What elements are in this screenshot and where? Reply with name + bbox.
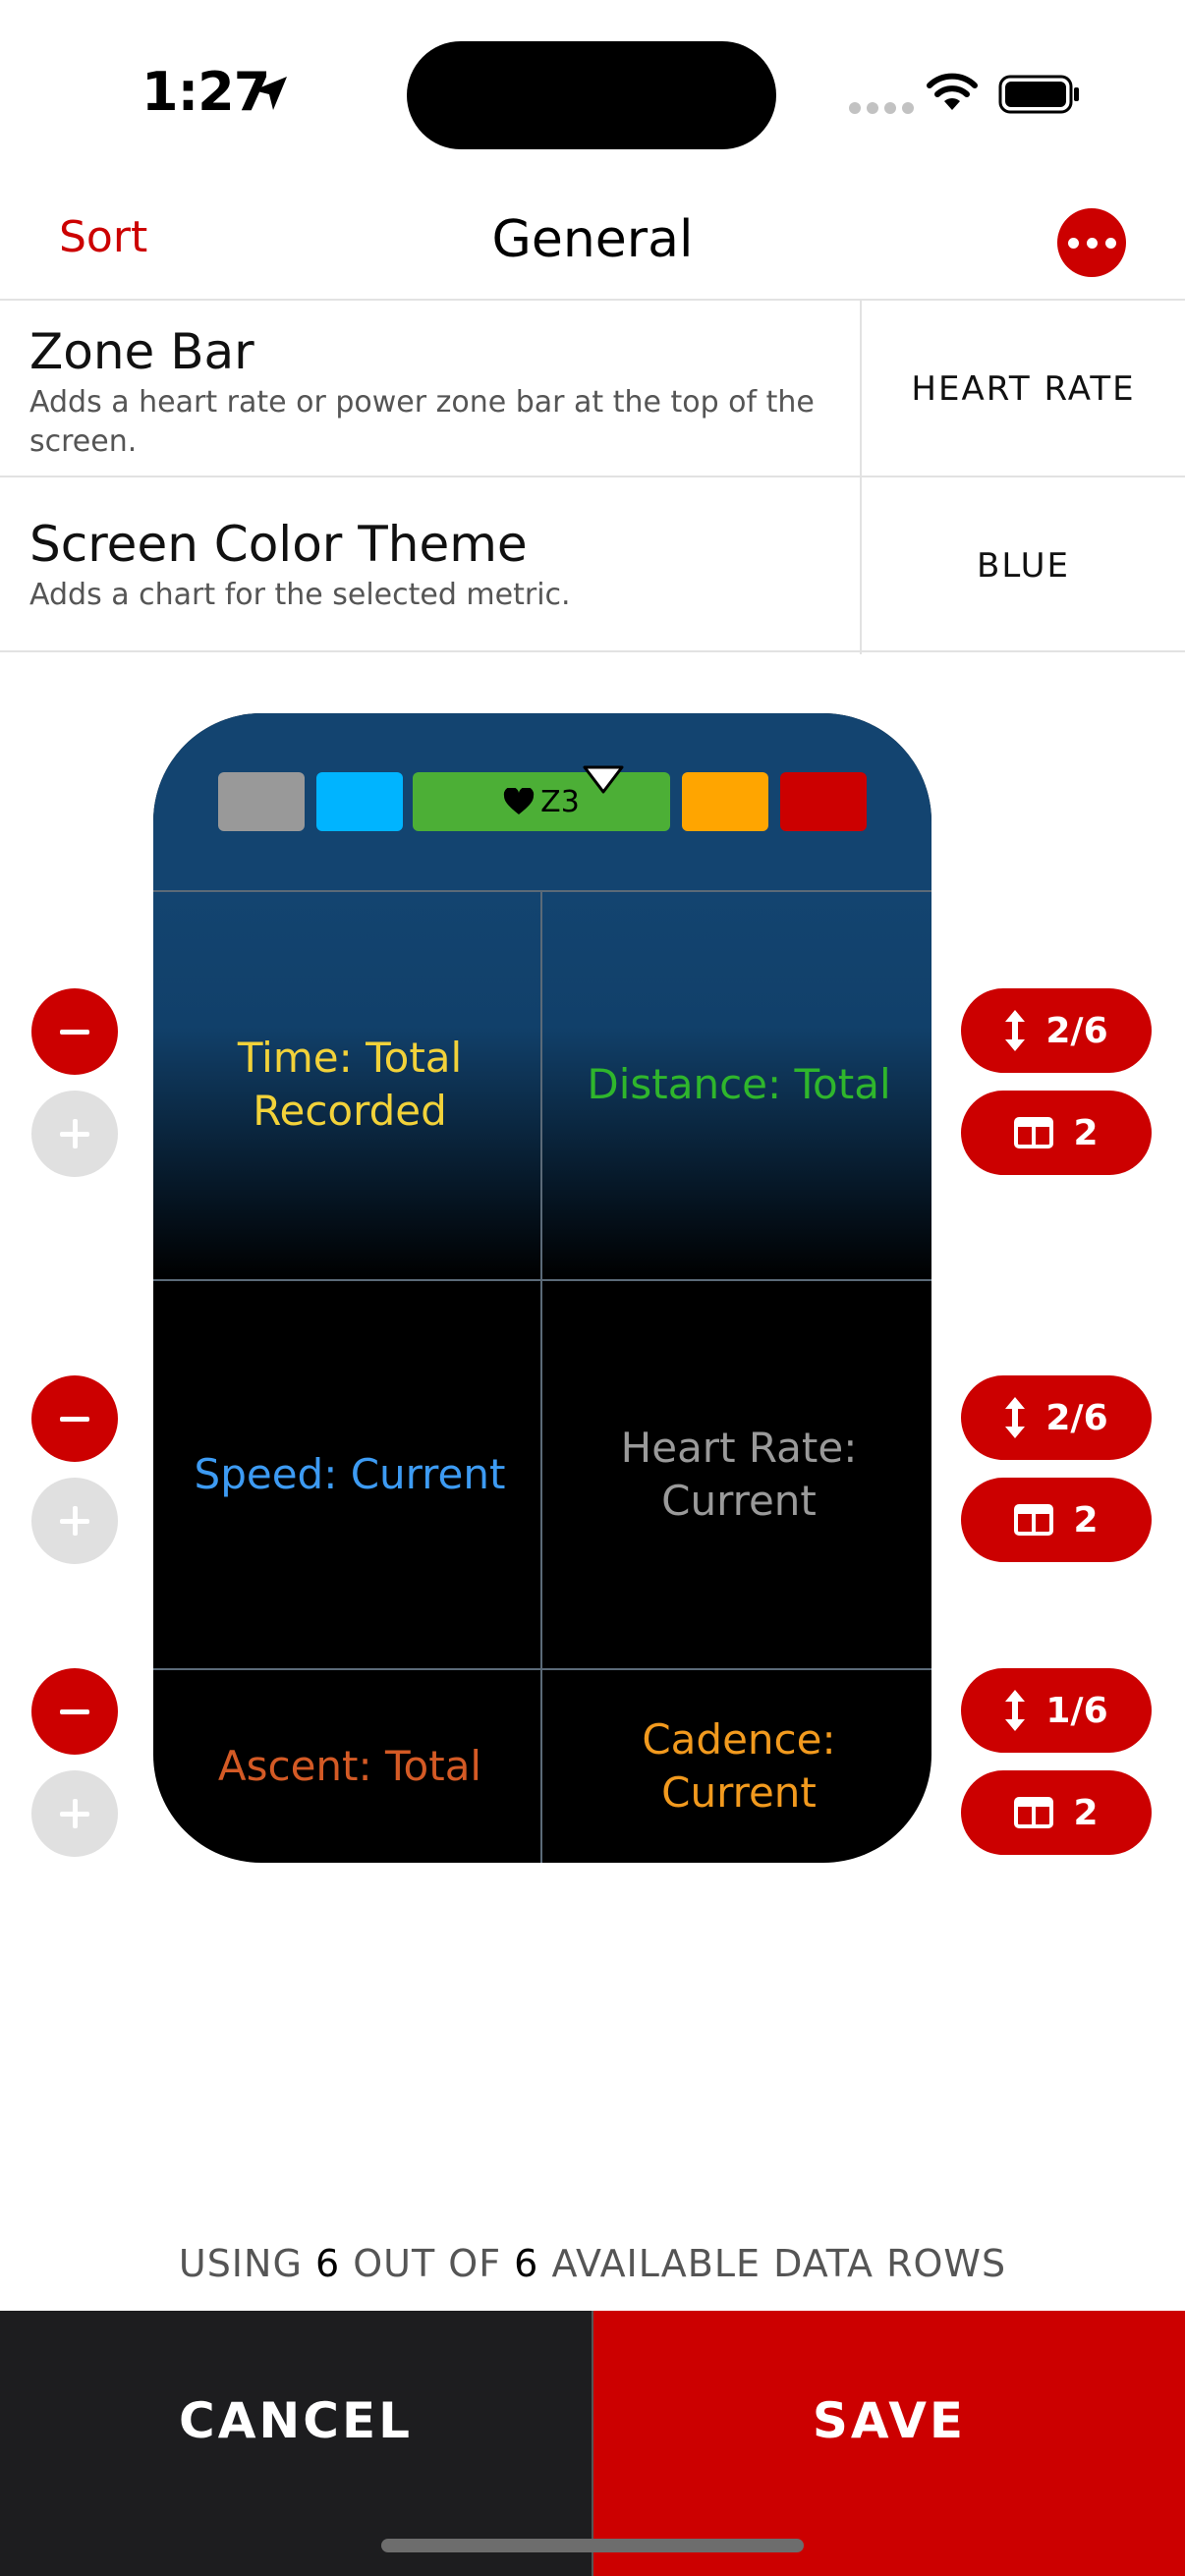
data-rows-usage: USING 6 OUT OF 6 AVAILABLE DATA ROWS [178,2242,1007,2285]
zone-segment-5 [780,772,867,831]
page-title: General [491,210,694,269]
cancel-label: CANCEL [179,2392,413,2449]
minus-icon [60,1029,89,1035]
remove-row-button[interactable] [31,1668,118,1755]
zone-bar-preview: Z3 [153,713,931,890]
setting-description: Adds a heart rate or power zone bar at t… [29,385,815,459]
more-options-button[interactable] [1057,208,1126,277]
row-height-label: 2/6 [1045,1397,1108,1438]
data-field-cell[interactable]: Speed: Current [173,1281,527,1668]
row-columns-button[interactable]: 2 [961,1091,1152,1175]
remove-row-button[interactable] [31,988,118,1075]
row-height-button[interactable]: 1/6 [961,1668,1152,1753]
columns-icon [1014,1117,1054,1148]
vertical-resize-icon [1005,1690,1026,1731]
cellular-signal-icon [849,102,914,114]
add-row-button[interactable] [31,1770,118,1857]
wifi-icon [927,73,978,110]
save-label: SAVE [812,2392,967,2449]
setting-title: Zone Bar [29,323,254,380]
zone-segment-2 [316,772,403,831]
data-field-cell[interactable]: Distance: Total [546,890,931,1279]
vertical-resize-icon [1005,1010,1026,1051]
row-height-label: 1/6 [1045,1690,1108,1731]
data-field-cell[interactable]: Ascent: Total [173,1670,527,1863]
data-field-cell[interactable]: Cadence: Current [566,1670,912,1863]
zone-label: Z3 [540,784,580,819]
row-columns-label: 2 [1073,1792,1099,1833]
minus-icon [60,1416,89,1422]
remove-row-button[interactable] [31,1375,118,1462]
heart-icon [504,788,535,814]
home-indicator [381,2539,804,2552]
ellipsis-icon [1067,237,1079,249]
zone-current-label: Z3 [413,772,670,831]
row-columns-button[interactable]: 2 [961,1478,1152,1562]
row-height-label: 2/6 [1045,1010,1108,1051]
save-button[interactable]: SAVE [593,2311,1185,2576]
setting-zone-bar[interactable]: Zone Bar Adds a heart rate or power zone… [0,299,1185,477]
vertical-resize-icon [1005,1397,1026,1438]
used-rows-count: 6 [314,2242,341,2285]
columns-icon [1014,1504,1054,1536]
row-height-button[interactable]: 2/6 [961,988,1152,1073]
grid-line [540,890,542,1863]
zone-segment-4 [682,772,768,831]
battery-icon [998,75,1079,114]
add-row-button[interactable] [31,1091,118,1177]
screen-preview: Z3 Time: Total Recorded Distance: Total … [153,713,931,1863]
data-field-cell[interactable]: Heart Rate: Current [566,1281,912,1668]
minus-icon [60,1708,89,1714]
zone-bar-value-button[interactable]: HEART RATE [862,301,1185,477]
setting-description: Adds a chart for the selected metric. [29,578,571,612]
zone-segment-1 [218,772,305,831]
row-columns-label: 2 [1073,1112,1099,1153]
row-columns-button[interactable]: 2 [961,1770,1152,1855]
total-rows-count: 6 [514,2242,539,2285]
color-theme-value-button[interactable]: BLUE [862,477,1185,654]
dynamic-island [407,41,776,149]
data-field-cell[interactable]: Time: Total Recorded [173,890,527,1279]
add-row-button[interactable] [31,1478,118,1564]
columns-icon [1014,1797,1054,1828]
cancel-button[interactable]: CANCEL [0,2311,592,2576]
setting-title: Screen Color Theme [29,516,528,573]
row-height-button[interactable]: 2/6 [961,1375,1152,1460]
zone-marker-icon [583,765,624,794]
location-arrow-icon [254,77,287,110]
setting-screen-color-theme[interactable]: Screen Color Theme Adds a chart for the … [0,476,1185,654]
row-columns-label: 2 [1073,1499,1099,1540]
